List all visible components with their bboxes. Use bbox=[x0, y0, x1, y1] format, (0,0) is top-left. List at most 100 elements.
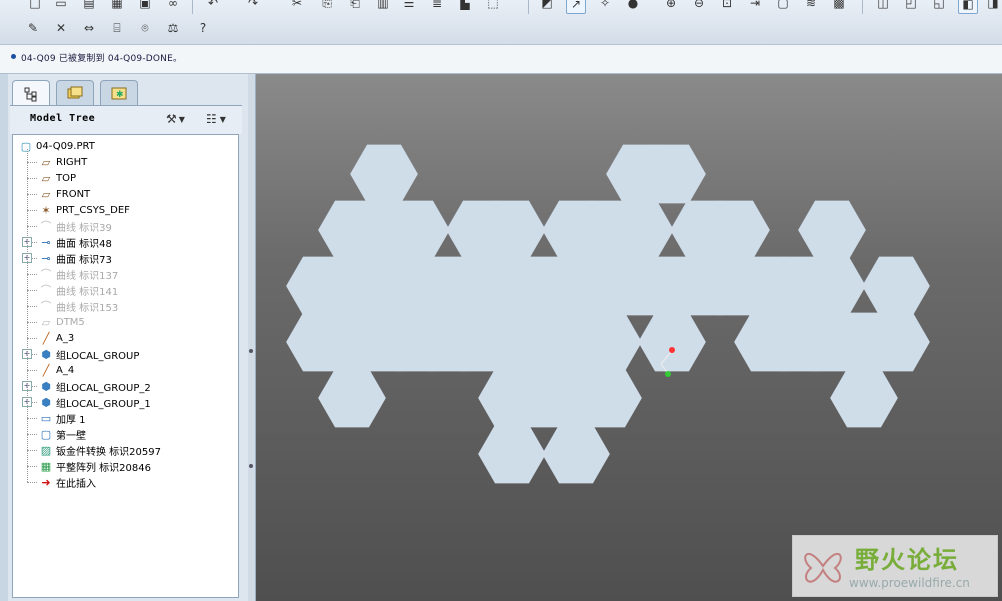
zoom-in-icon[interactable]: ⊕ bbox=[662, 0, 680, 12]
tree-node-label: 平整阵列 标识20846 bbox=[56, 462, 151, 474]
tree-node[interactable]: ▨ 钣金件转换 标识20597 bbox=[39, 442, 161, 458]
tree-connector bbox=[27, 290, 37, 291]
appearance-ball-icon[interactable]: ● bbox=[624, 0, 642, 12]
reorient-icon[interactable]: ⇥ bbox=[746, 0, 764, 12]
orient-mode-icon[interactable]: ✧ bbox=[596, 0, 614, 12]
close-window-icon[interactable]: ✕ bbox=[52, 19, 70, 37]
tree-show-button[interactable]: ☷ ▼ bbox=[206, 111, 226, 127]
saved-views-icon[interactable]: ▢ bbox=[774, 0, 792, 12]
tree-node[interactable]: ▢ 第一壁 bbox=[39, 426, 86, 442]
print-icon[interactable]: ▦ bbox=[108, 0, 126, 12]
tree-node-label: RIGHT bbox=[56, 156, 88, 168]
wireframe-icon[interactable]: ◫ bbox=[874, 0, 892, 12]
open-folder-icon[interactable]: ▭ bbox=[52, 0, 70, 12]
repaint-icon[interactable]: ◩ bbox=[538, 0, 556, 12]
find-icon[interactable]: ▙ bbox=[456, 0, 474, 12]
analysis-icon[interactable]: ⚖ bbox=[164, 19, 182, 37]
tree-node[interactable]: ▭ 加厚 1 bbox=[39, 410, 86, 426]
watermark-title: 野火论坛 bbox=[855, 546, 959, 574]
save-icon[interactable]: ▤ bbox=[80, 0, 98, 12]
tree-node[interactable]: ▢ 04-Q09.PRT bbox=[19, 138, 95, 154]
tree-node[interactable]: ╱ A_4 bbox=[39, 362, 75, 378]
tree-node[interactable]: ⌒ 曲线 标识153 bbox=[39, 298, 119, 314]
hexagon-cell bbox=[478, 424, 546, 484]
tree-connector bbox=[27, 162, 37, 163]
tree-node[interactable]: ✶ PRT_CSYS_DEF bbox=[39, 202, 130, 218]
datum-plane-icon: ▱ bbox=[41, 315, 51, 329]
context-help-icon[interactable]: ? bbox=[194, 19, 212, 37]
navigator-strip bbox=[0, 74, 8, 601]
watermark-url: www.proewildfire.cn bbox=[849, 576, 970, 590]
tools-icon: ⚒ bbox=[166, 112, 177, 126]
tree-node[interactable]: ▱ RIGHT bbox=[39, 154, 88, 170]
list-icon: ☷ bbox=[206, 112, 217, 126]
tree-node-label: 组LOCAL_GROUP bbox=[56, 350, 140, 362]
tree-node[interactable]: ▱ TOP bbox=[39, 170, 76, 186]
redo-icon[interactable]: ↷ bbox=[244, 0, 262, 12]
tree-node[interactable]: ▱ DTM5 bbox=[39, 314, 85, 330]
edit-pencil-icon[interactable]: ✎ bbox=[24, 19, 42, 37]
new-file-icon[interactable]: □ bbox=[26, 0, 44, 12]
paste-icon[interactable]: ⎗ bbox=[346, 0, 364, 12]
tree-node[interactable]: ⬢ 组LOCAL_GROUP_1 bbox=[39, 394, 151, 410]
hidden-line-icon[interactable]: ◰ bbox=[902, 0, 920, 12]
tree-node[interactable]: ⊸ 曲面 标识73 bbox=[39, 250, 112, 266]
part-geometry[interactable] bbox=[256, 74, 1002, 601]
chevron-down-icon: ▼ bbox=[219, 114, 226, 124]
send-mail-icon[interactable]: ▣ bbox=[136, 0, 154, 12]
shading-icon[interactable]: ◧ bbox=[958, 0, 978, 14]
splitter-grip bbox=[249, 464, 253, 468]
tree-connector bbox=[27, 450, 37, 451]
curve-icon: ⌒ bbox=[40, 300, 52, 313]
copy-icon[interactable]: ⎘ bbox=[318, 0, 336, 12]
cut-icon[interactable]: ✂ bbox=[288, 0, 306, 12]
pane-splitter[interactable] bbox=[248, 74, 256, 601]
view-manager-icon[interactable]: ▩ bbox=[830, 0, 848, 12]
tree-node-label: A_4 bbox=[56, 364, 75, 376]
tree-node-label: DTM5 bbox=[56, 316, 85, 328]
graphics-window[interactable] bbox=[256, 74, 1002, 601]
hexagon-cell bbox=[542, 424, 610, 484]
tree-connector bbox=[27, 194, 37, 195]
tab-model-tree[interactable] bbox=[12, 80, 50, 106]
tab-folder-browser[interactable] bbox=[56, 80, 94, 105]
regen-manager-icon[interactable]: ≣ bbox=[428, 0, 446, 12]
tab-favorites[interactable]: ✱ bbox=[100, 80, 138, 105]
measure-icon[interactable]: ⇔ bbox=[80, 19, 98, 37]
zoom-out-icon[interactable]: ⊖ bbox=[690, 0, 708, 12]
section-icon[interactable]: ⌸ bbox=[108, 19, 126, 37]
mass-properties-icon[interactable]: ⌾ bbox=[136, 19, 154, 37]
tree-node-label: 曲线 标识137 bbox=[56, 270, 119, 282]
tree-node[interactable]: ╱ A_3 bbox=[39, 330, 75, 346]
refit-icon[interactable]: ⊡ bbox=[718, 0, 736, 12]
tree-node[interactable]: ▱ FRONT bbox=[39, 186, 90, 202]
tree-connector bbox=[27, 210, 37, 211]
regenerate-icon[interactable]: ☰ bbox=[400, 0, 418, 12]
no-hidden-icon[interactable]: ◱ bbox=[930, 0, 948, 12]
select-box-icon[interactable]: ⬚ bbox=[484, 0, 502, 12]
group-icon: ⬢ bbox=[41, 347, 51, 361]
paste-special-icon[interactable]: ▥ bbox=[374, 0, 392, 12]
butterfly-logo-icon bbox=[804, 552, 842, 583]
tree-node[interactable]: ⬢ 组LOCAL_GROUP_2 bbox=[39, 378, 151, 394]
tree-node-label: 加厚 1 bbox=[56, 414, 86, 426]
tree-node[interactable]: ⌒ 曲线 标识141 bbox=[39, 282, 119, 298]
tree-node[interactable]: ⬢ 组LOCAL_GROUP bbox=[39, 346, 139, 362]
csys-icon: ✶ bbox=[41, 203, 51, 217]
tree-node[interactable]: ▦ 平整阵列 标识20846 bbox=[39, 458, 151, 474]
status-message: 04-Q09 已被复制到 04-Q09-DONE。 bbox=[21, 54, 183, 64]
tree-connector bbox=[27, 466, 37, 467]
undo-icon[interactable]: ↶ bbox=[204, 0, 222, 12]
spin-center-icon[interactable]: ↗ bbox=[566, 0, 586, 14]
tree-node[interactable]: ⊸ 曲面 标识48 bbox=[39, 234, 112, 250]
main-toolbar: □ ▭ ▤ ▦ ▣ ∞ ↶ ↷ ✂ ⎘ ⎗ ▥ ☰ ≣ ▙ ⬚ ◩ ↗ ✧ ● … bbox=[0, 0, 1002, 45]
layers-icon[interactable]: ≋ bbox=[802, 0, 820, 12]
enhanced-realism-icon[interactable]: ◨ bbox=[984, 0, 1002, 12]
tree-settings-button[interactable]: ⚒ ▼ bbox=[166, 111, 185, 127]
wall-icon: ▢ bbox=[40, 427, 52, 441]
tree-node[interactable]: ⌒ 曲线 标识137 bbox=[39, 266, 119, 282]
link-icon[interactable]: ∞ bbox=[164, 0, 182, 12]
tree-connector bbox=[27, 178, 37, 179]
tree-node[interactable]: ⌒ 曲线 标识39 bbox=[39, 218, 112, 234]
tree-node[interactable]: ➜ 在此插入 bbox=[39, 474, 96, 490]
